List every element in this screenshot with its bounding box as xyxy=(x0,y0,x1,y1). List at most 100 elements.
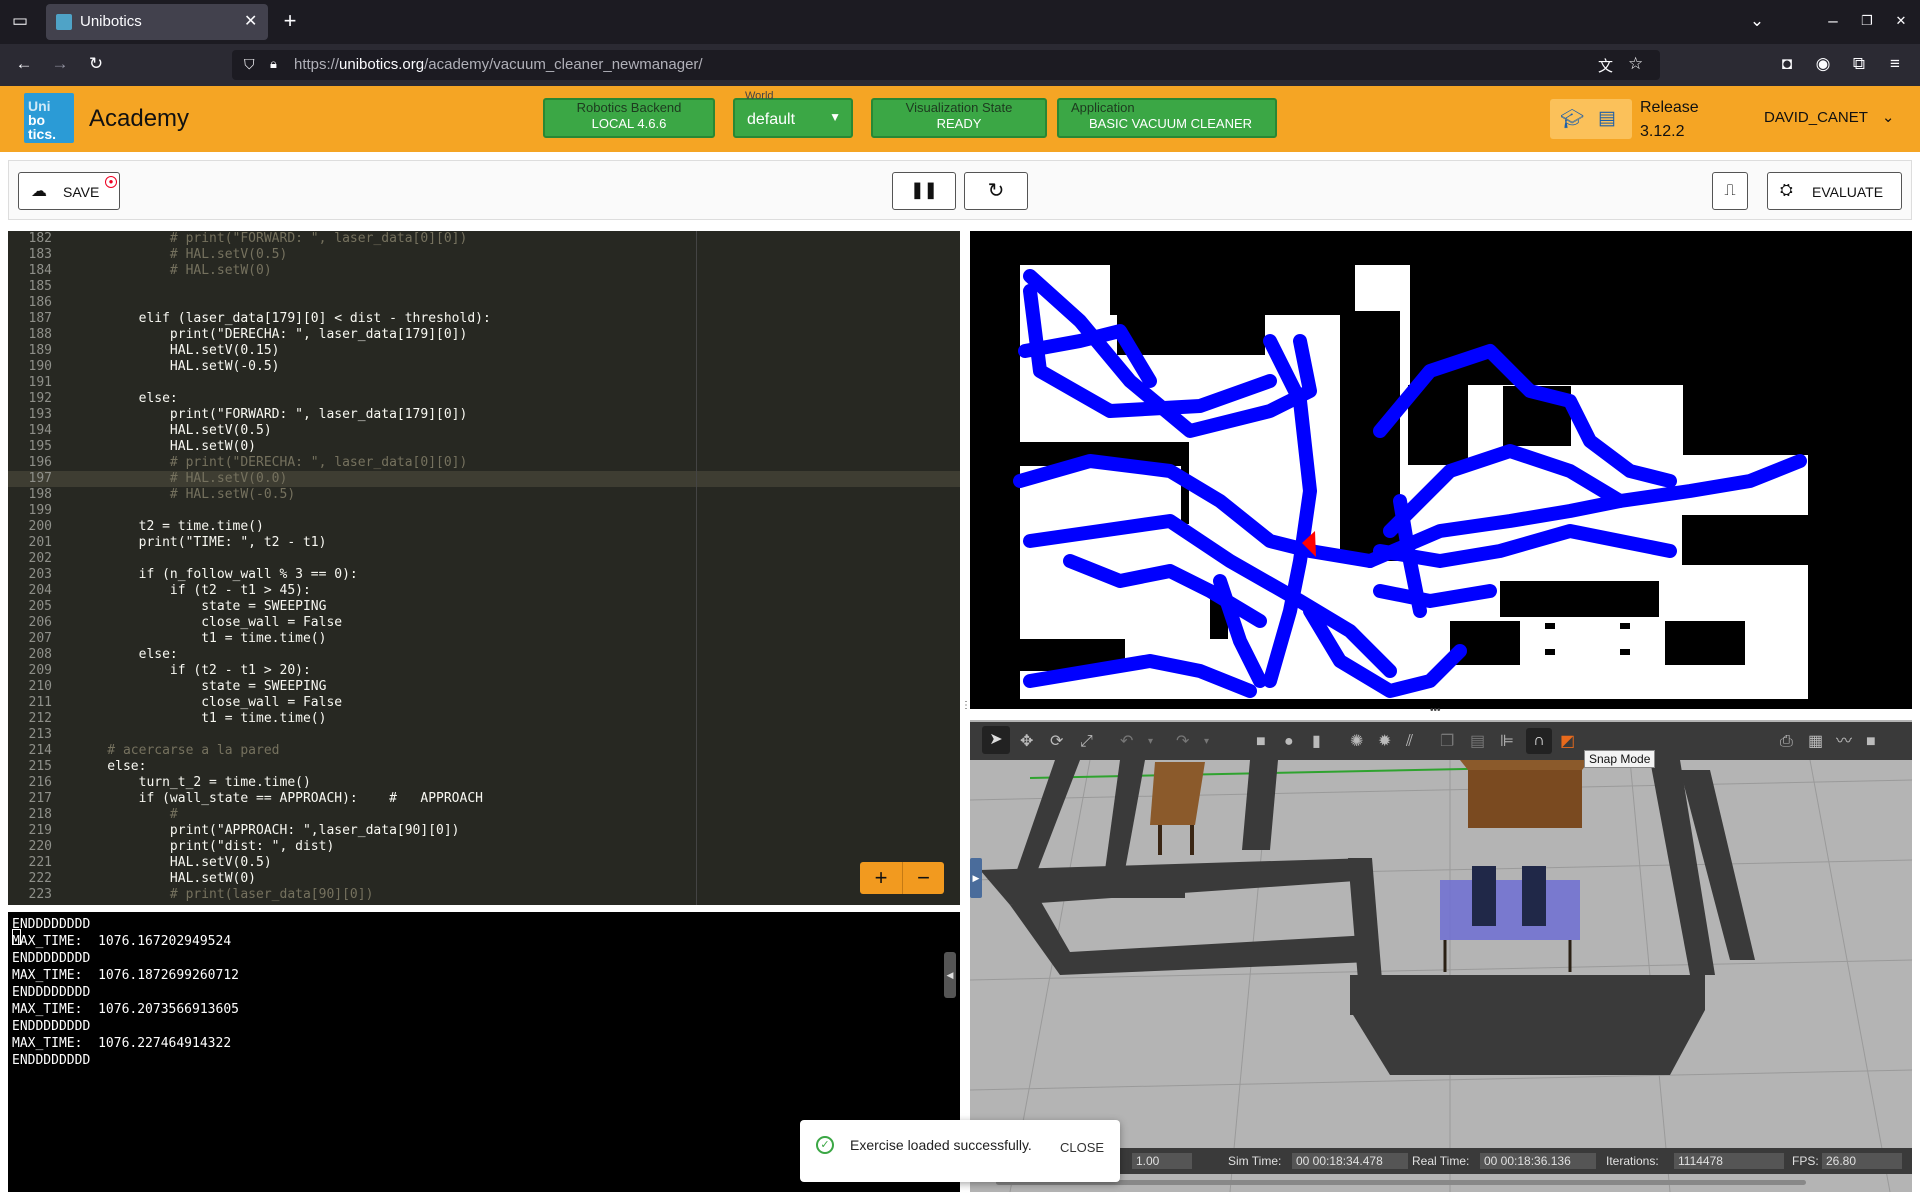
code-line: 220 print("dist: ", dist) xyxy=(8,839,960,855)
sim-side-panel-toggle[interactable]: ▶ xyxy=(970,858,982,898)
app-title[interactable]: Academy xyxy=(89,105,189,133)
browser-tab[interactable]: Unibotics ✕ xyxy=(46,4,268,40)
select-arrow-icon[interactable]: ➤ xyxy=(982,726,1010,754)
box-shape-icon[interactable]: ■ xyxy=(1256,732,1266,752)
snap-mode-icon[interactable]: ∩ xyxy=(1526,728,1552,754)
monitor-button[interactable]: ⎍ xyxy=(1712,172,1748,210)
split-handle-horizontal[interactable]: ••• xyxy=(1430,706,1450,718)
pause-icon: ❚❚ xyxy=(910,182,938,199)
change-view-icon[interactable]: ◩ xyxy=(1560,732,1575,752)
tab-list-icon[interactable]: ▭ xyxy=(9,11,31,33)
pocket-icon[interactable]: ◘ xyxy=(1776,54,1798,76)
new-tab-icon[interactable]: + xyxy=(279,10,301,33)
line-number: 187 xyxy=(28,311,52,326)
code-text: print("TIME: ", t2 - t1) xyxy=(76,535,327,550)
console-output: ENDDDDDDDD MAX_TIME: 1076.167202949524 END… xyxy=(8,912,960,1068)
extensions-icon[interactable]: ⧉ xyxy=(1848,54,1870,76)
line-number: 198 xyxy=(28,487,52,502)
fps-label: FPS: xyxy=(1792,1154,1819,1168)
pause-button[interactable]: ❚❚ xyxy=(892,172,956,210)
map-canvas xyxy=(970,231,1912,709)
console-collapse-handle[interactable]: ◀ xyxy=(944,952,956,998)
code-text: if (t2 - t1 > 45): xyxy=(76,583,311,598)
forward-icon[interactable]: → xyxy=(49,54,71,76)
release-version: 3.12.2 xyxy=(1640,123,1685,140)
reset-button[interactable]: ↻ xyxy=(964,172,1028,210)
chat-icon[interactable]: ▤ xyxy=(1598,107,1616,130)
code-line: 216 turn_t_2 = time.time() xyxy=(8,775,960,791)
paste-icon[interactable]: ▤ xyxy=(1470,732,1485,752)
line-number: 196 xyxy=(28,455,52,470)
scale-tool-icon[interactable]: ⤢ xyxy=(1080,732,1093,752)
video-record-icon[interactable]: ■ xyxy=(1866,732,1876,752)
logo[interactable]: Uni bo tics. xyxy=(24,93,74,143)
shield-icon[interactable]: ⛉ xyxy=(244,56,255,73)
translate-tool-icon[interactable]: ✥ xyxy=(1020,732,1033,752)
code-text: elif (laser_data[179][0] < dist - thresh… xyxy=(76,311,491,326)
directional-light-icon[interactable]: ⫽ xyxy=(1406,732,1413,752)
graduation-cap-icon[interactable]: 🎓︎ xyxy=(1560,107,1584,131)
restore-icon[interactable]: ❐ xyxy=(1856,11,1878,33)
code-text: # HAL.setV(0.5) xyxy=(76,247,288,262)
speed-icon: ⛭ xyxy=(1780,182,1793,199)
application-caption: Application xyxy=(1071,100,1135,115)
log-icon[interactable]: ▦ xyxy=(1808,732,1823,752)
point-light-icon[interactable]: ✺ xyxy=(1350,732,1363,752)
world-select[interactable]: World default ▼ xyxy=(733,90,853,138)
application-button[interactable]: Application BASIC VACUUM CLEANER xyxy=(1057,98,1277,138)
translate-icon[interactable]: 文 xyxy=(1598,55,1613,76)
save-label: SAVE xyxy=(63,184,100,200)
user-chevron-icon: ⌄ xyxy=(1881,109,1895,126)
align-icon[interactable]: ⊫ xyxy=(1500,732,1514,752)
code-text: # acercarse a la pared xyxy=(76,743,280,758)
toast-close-button[interactable]: CLOSE xyxy=(1060,1140,1104,1155)
line-number: 191 xyxy=(28,375,52,390)
spot-light-icon[interactable]: ✹ xyxy=(1378,732,1391,752)
undo-icon[interactable]: ↶ xyxy=(1120,732,1133,752)
bookmark-star-icon[interactable]: ☆ xyxy=(1628,54,1643,74)
minimize-icon[interactable]: – xyxy=(1822,11,1844,33)
robotics-backend-button[interactable]: Robotics Backend LOCAL 4.6.6 xyxy=(543,98,715,138)
back-icon[interactable]: ← xyxy=(13,54,35,76)
code-line: 193 print("FORWARD: ", laser_data[179][0… xyxy=(8,407,960,423)
url-domain: unibotics.org xyxy=(339,56,425,73)
undo-dropdown-icon[interactable]: ▾ xyxy=(1148,732,1153,752)
line-number: 195 xyxy=(28,439,52,454)
code-line: 212 t1 = time.time() xyxy=(8,711,960,727)
screenshot-icon[interactable]: ⎙ xyxy=(1780,732,1793,752)
tab-close-icon[interactable]: ✕ xyxy=(244,11,257,31)
evaluate-button[interactable]: ⛭ EVALUATE xyxy=(1767,172,1902,210)
split-handle-vertical[interactable]: ⋮ xyxy=(961,700,971,720)
release-label: Release xyxy=(1640,99,1699,116)
code-editor[interactable]: 182 # print("FORWARD: ", laser_data[0][0… xyxy=(8,231,960,905)
real-time-factor-value: 1.00 xyxy=(1132,1153,1192,1169)
monitor-icon: ⎍ xyxy=(1724,182,1736,199)
account-icon[interactable]: ◉ xyxy=(1812,54,1834,76)
logo-text-1: Uni xyxy=(28,98,51,114)
menu-icon[interactable]: ≡ xyxy=(1884,54,1906,76)
window-close-icon[interactable]: ✕ xyxy=(1890,11,1912,33)
code-line: 223 # print(laser_data[90][0]) xyxy=(8,887,960,903)
visualization-state-button[interactable]: Visualization State READY xyxy=(871,98,1047,138)
reload-icon[interactable]: ↻ xyxy=(85,54,107,76)
url-bar[interactable]: ⛉ 🔒︎ https://unibotics.org/academy/vacuu… xyxy=(232,50,1660,80)
code-line: 201 print("TIME: ", t2 - t1) xyxy=(8,535,960,551)
plot-icon[interactable]: 〰 xyxy=(1836,732,1852,752)
line-number: 190 xyxy=(28,359,52,374)
zoom-in-button[interactable]: + xyxy=(860,862,902,894)
cylinder-shape-icon[interactable]: ▮ xyxy=(1312,732,1321,752)
zoom-out-button[interactable]: − xyxy=(902,862,944,894)
sphere-shape-icon[interactable]: ● xyxy=(1284,732,1294,752)
copy-icon[interactable]: ❐ xyxy=(1440,732,1454,752)
user-menu[interactable]: DAVID_CANET ⌄ xyxy=(1764,108,1894,126)
line-number: 192 xyxy=(28,391,52,406)
code-text: HAL.setW(-0.5) xyxy=(76,359,280,374)
lock-icon[interactable]: 🔒︎ xyxy=(270,56,277,72)
redo-dropdown-icon[interactable]: ▾ xyxy=(1204,732,1209,752)
line-number: 193 xyxy=(28,407,52,422)
rotate-tool-icon[interactable]: ⟳ xyxy=(1050,732,1063,752)
save-button[interactable]: ☁ SAVE ● xyxy=(18,172,120,210)
redo-icon[interactable]: ↷ xyxy=(1176,732,1189,752)
list-all-tabs-icon[interactable]: ⌄ xyxy=(1746,11,1768,33)
console-line: ENDDDDDDDD xyxy=(12,1019,91,1034)
